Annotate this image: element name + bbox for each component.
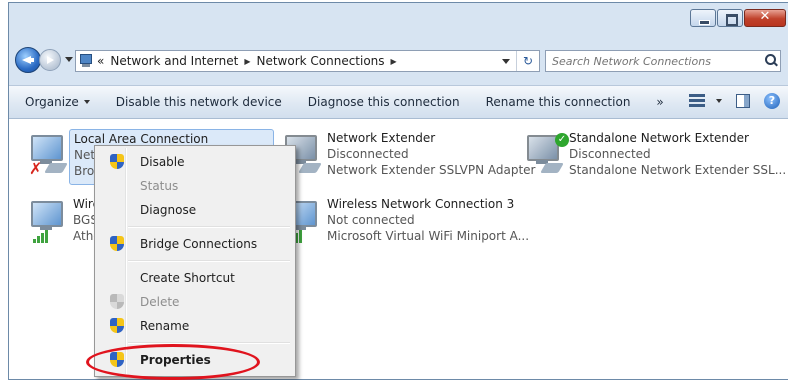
caption-buttons: ✕	[690, 9, 786, 27]
context-menu: Disable Status Diagnose Bridge Connectio…	[94, 145, 296, 377]
close-icon: ✕	[759, 9, 771, 24]
wired-adapter-icon: ✗	[29, 133, 69, 178]
disable-device-button[interactable]: Disable this network device	[103, 95, 295, 109]
menu-separator	[128, 226, 290, 228]
breadcrumb-network-connections[interactable]: Network Connections	[256, 54, 384, 68]
rename-button[interactable]: Rename this connection	[473, 95, 644, 109]
refresh-button[interactable]: ↻	[516, 51, 539, 71]
vpn-adapter-icon: ✓	[525, 133, 569, 177]
menu-item-properties[interactable]: Properties	[98, 348, 292, 372]
maximize-button[interactable]	[717, 9, 743, 27]
menu-item-delete: Delete	[98, 290, 292, 314]
uac-shield-icon	[110, 352, 124, 368]
connection-standalone-network-extender[interactable]: ✓ Standalone Network Extender Disconnect…	[525, 129, 788, 185]
menu-item-disable[interactable]: Disable	[98, 150, 292, 174]
wireless-adapter-icon	[29, 199, 69, 243]
connection-wireless-3[interactable]: Wireless Network Connection 3 Not connec…	[283, 195, 533, 251]
refresh-icon: ↻	[522, 54, 534, 68]
search-box[interactable]	[545, 50, 781, 72]
recent-pages-dropdown[interactable]	[65, 57, 73, 62]
breadcrumb-overflow[interactable]: «	[97, 54, 104, 68]
uac-shield-icon	[110, 236, 124, 252]
menu-item-bridge-connections[interactable]: Bridge Connections	[98, 232, 292, 256]
forward-button[interactable]	[39, 49, 61, 71]
organize-button[interactable]: Organize	[9, 95, 103, 109]
check-icon: ✓	[555, 133, 569, 147]
breadcrumb-arrow-icon[interactable]: ▶	[244, 57, 250, 66]
command-bar: Organize Disable this network device Dia…	[9, 85, 788, 119]
uac-shield-icon	[110, 154, 124, 170]
back-button[interactable]	[15, 47, 41, 73]
minimize-icon	[699, 20, 710, 25]
chevron-down-icon	[83, 100, 90, 104]
signal-bars-icon	[33, 229, 51, 243]
connection-network-extender[interactable]: Network Extender Disconnected Network Ex…	[283, 129, 540, 185]
minimize-button[interactable]	[690, 9, 716, 27]
disabled-x-icon: ✗	[29, 159, 43, 178]
breadcrumb-arrow-icon[interactable]: ▶	[391, 57, 397, 66]
views-icon	[689, 94, 705, 108]
close-button[interactable]: ✕	[744, 9, 786, 27]
menu-item-create-shortcut[interactable]: Create Shortcut	[98, 266, 292, 290]
uac-shield-icon	[110, 294, 124, 310]
maximize-icon	[726, 14, 738, 26]
menu-separator	[128, 260, 290, 262]
menu-item-rename[interactable]: Rename	[98, 314, 292, 338]
search-input[interactable]	[546, 52, 762, 70]
preview-pane-icon[interactable]	[736, 94, 750, 108]
uac-shield-icon	[110, 318, 124, 334]
chevron-down-icon	[716, 99, 722, 103]
breadcrumb-network-and-internet[interactable]: Network and Internet	[110, 54, 238, 68]
menu-item-diagnose[interactable]: Diagnose	[98, 198, 292, 222]
help-icon[interactable]: ?	[764, 93, 780, 109]
menu-separator	[128, 342, 290, 344]
more-commands-button[interactable]: »	[643, 95, 676, 109]
address-dropdown-icon[interactable]	[502, 58, 510, 64]
menu-item-status: Status	[140, 179, 179, 193]
search-icon[interactable]	[762, 52, 780, 70]
network-folder-icon	[79, 54, 93, 68]
address-row: « Network and Internet ▶ Network Connect…	[9, 43, 788, 79]
change-view-button[interactable]	[689, 94, 722, 108]
address-bar[interactable]: « Network and Internet ▶ Network Connect…	[75, 50, 540, 72]
diagnose-button[interactable]: Diagnose this connection	[295, 95, 473, 109]
